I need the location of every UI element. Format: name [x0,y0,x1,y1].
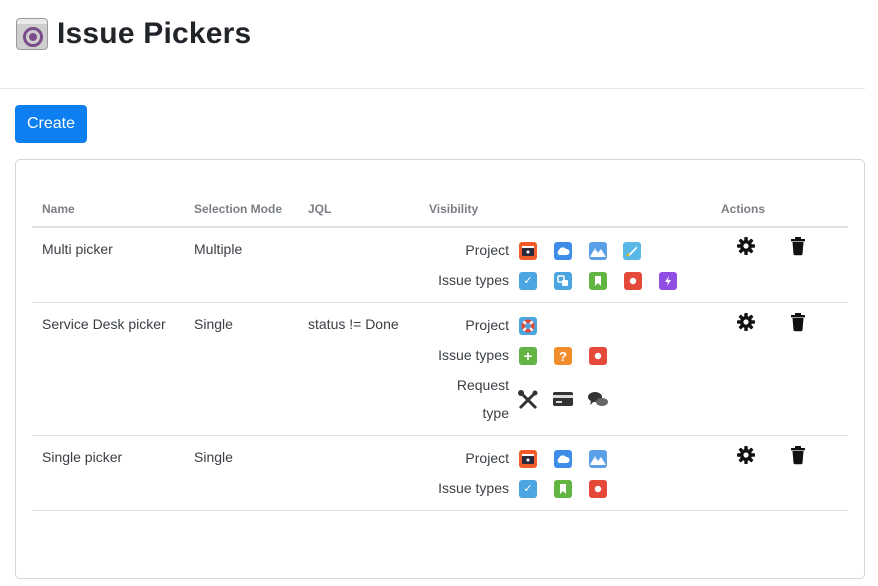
trash-icon[interactable] [789,445,809,465]
gear-icon[interactable] [736,445,756,465]
project-mountain-icon [589,450,607,468]
credit-card-icon [552,391,574,407]
bug-icon [589,480,607,498]
new-feature-plus-icon: + [519,347,537,365]
create-button[interactable]: Create [15,105,87,143]
column-header-visibility: Visibility [429,202,479,216]
trash-icon[interactable] [789,236,809,256]
question-icon: ? [554,347,572,365]
selection-mode: Single [194,316,233,332]
bug-icon [624,272,642,290]
project-lifebuoy-icon [519,317,537,335]
project-cloud-icon [554,450,572,468]
selection-mode: Single [194,449,233,465]
task-check-icon: ✓ [519,272,537,290]
tools-icon [517,389,539,411]
gear-icon[interactable] [736,236,756,256]
visibility-request-type-label: type [482,405,509,421]
trash-icon[interactable] [789,312,809,332]
visibility-project-label: Project [465,450,509,466]
project-rocket-icon [623,242,641,260]
subtask-icon [554,272,572,290]
picker-name: Service Desk picker [42,316,166,332]
issue-pickers-card [15,159,865,579]
row-divider [32,510,848,511]
table-header-divider [32,226,848,228]
picker-name: Single picker [42,449,123,465]
column-header-selection-mode: Selection Mode [194,202,283,216]
project-cloud-icon [554,242,572,260]
epic-lightning-icon [659,272,677,290]
visibility-request-type-label: Request [456,377,509,393]
visibility-issue-types-label: Issue types [438,272,509,288]
task-check-icon: ✓ [519,480,537,498]
picker-name: Multi picker [42,241,113,257]
chat-bubbles-icon [587,390,609,410]
project-dev-icon [519,450,537,468]
page-title: Issue Pickers [57,17,252,50]
visibility-project-label: Project [465,242,509,258]
column-header-actions: Actions [721,202,766,216]
gear-icon[interactable] [736,312,756,332]
issue-pickers-app-icon [16,18,48,50]
selection-mode: Multiple [194,241,243,257]
header-divider [0,88,865,89]
story-bookmark-icon [589,272,607,290]
visibility-project-label: Project [465,317,509,333]
column-header-name: Name [42,202,75,216]
page-header: Issue Pickers [16,14,251,54]
bug-icon [589,347,607,365]
project-mountain-icon [589,242,607,260]
project-dev-icon [519,242,537,260]
row-divider [32,302,848,303]
row-divider [32,435,848,436]
visibility-issue-types-label: Issue types [438,480,509,496]
jql-value: status != Done [308,316,399,332]
story-bookmark-icon [554,480,572,498]
visibility-issue-types-label: Issue types [438,347,509,363]
column-header-jql: JQL [308,202,332,216]
